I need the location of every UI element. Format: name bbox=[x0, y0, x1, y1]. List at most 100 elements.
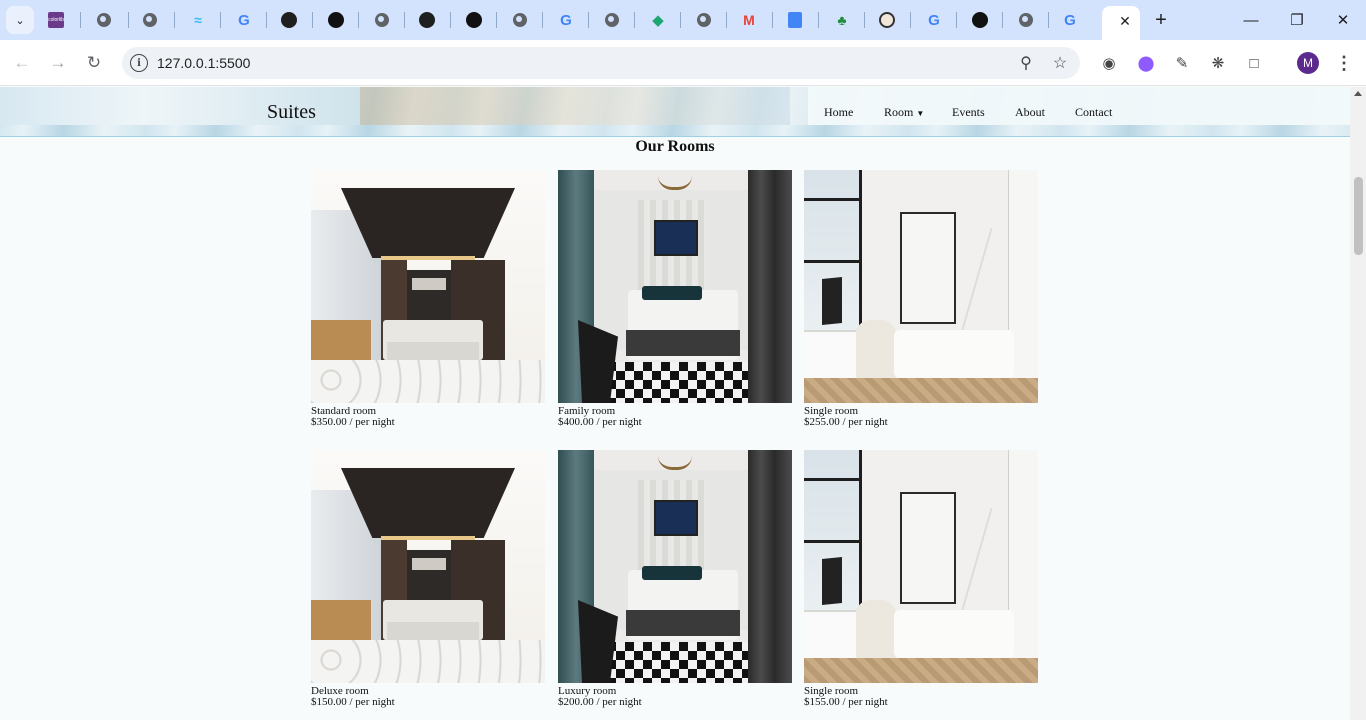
tree-icon: ♣ bbox=[837, 12, 847, 28]
tab-5[interactable]: G bbox=[234, 10, 254, 30]
github-icon bbox=[281, 12, 297, 28]
tab-22[interactable] bbox=[1016, 10, 1036, 30]
tab-11[interactable] bbox=[510, 10, 530, 30]
tab-17[interactable] bbox=[785, 10, 805, 30]
tab-21[interactable] bbox=[970, 10, 990, 30]
tab-3[interactable] bbox=[140, 10, 160, 30]
nav-room[interactable]: Room ▼ bbox=[884, 105, 924, 120]
docs-icon bbox=[788, 12, 802, 28]
caret-down-icon: ▼ bbox=[916, 108, 925, 118]
page-scrollbar[interactable] bbox=[1350, 87, 1366, 720]
url-text[interactable]: 127.0.0.1:5500 bbox=[157, 55, 250, 71]
room-image[interactable] bbox=[311, 450, 545, 683]
scrollbar-thumb[interactable] bbox=[1354, 177, 1363, 255]
nav-room-label: Room bbox=[884, 105, 914, 119]
globe-icon bbox=[375, 13, 389, 27]
tab-7[interactable] bbox=[326, 10, 346, 30]
room-price: $200.00 / per night bbox=[558, 696, 642, 708]
room-image[interactable] bbox=[804, 170, 1038, 403]
openai-icon bbox=[972, 12, 988, 28]
google-icon: G bbox=[238, 11, 250, 29]
gradient-extension-icon[interactable]: ⬤ bbox=[1136, 53, 1156, 73]
tab-12[interactable]: G bbox=[556, 10, 576, 30]
nav-home[interactable]: Home bbox=[824, 105, 853, 120]
page-viewport: Suites Home Room ▼ Events About Contact … bbox=[0, 87, 1350, 720]
tab-19[interactable] bbox=[877, 10, 897, 30]
amazon-icon bbox=[328, 12, 344, 28]
close-window-button[interactable]: ✕ bbox=[1330, 8, 1356, 32]
arc-icon bbox=[466, 12, 482, 28]
bookmark-star-icon[interactable]: ☆ bbox=[1050, 53, 1070, 73]
globe-icon bbox=[1019, 13, 1033, 27]
tab-20[interactable]: G bbox=[924, 10, 944, 30]
forward-button[interactable]: → bbox=[47, 52, 69, 74]
nav-contact[interactable]: Contact bbox=[1075, 105, 1112, 120]
tab-colorlib[interactable]: colorlib bbox=[46, 10, 66, 30]
tab-13[interactable] bbox=[602, 10, 622, 30]
new-tab-button[interactable]: + bbox=[1150, 9, 1172, 31]
room-card[interactable]: Luxury room $200.00 / per night bbox=[558, 450, 792, 708]
room-card[interactable]: Single room $255.00 / per night bbox=[804, 170, 1038, 428]
github-icon bbox=[419, 12, 435, 28]
browser-toolbar: ← → ↻ i 127.0.0.1:5500 ⚲ ☆ ◉ ⬤ ✎ ❋ □ M ⋮ bbox=[0, 40, 1366, 86]
tab-2[interactable] bbox=[94, 10, 114, 30]
tab-10[interactable] bbox=[464, 10, 484, 30]
globe-icon bbox=[697, 13, 711, 27]
tab-15[interactable] bbox=[694, 10, 714, 30]
globe-icon bbox=[513, 13, 527, 27]
site-logo[interactable]: Suites bbox=[267, 101, 316, 124]
bug-extension-icon[interactable]: ◉ bbox=[1099, 53, 1119, 73]
chevron-down-icon: ⌄ bbox=[15, 14, 25, 27]
gmail-icon: M bbox=[743, 12, 755, 28]
tab-18[interactable]: ♣ bbox=[832, 10, 852, 30]
section-title: Our Rooms bbox=[635, 138, 715, 155]
profile-avatar[interactable]: M bbox=[1297, 52, 1319, 74]
room-image[interactable] bbox=[311, 170, 545, 403]
room-price: $155.00 / per night bbox=[804, 696, 888, 708]
room-price: $400.00 / per night bbox=[558, 416, 642, 428]
google-icon: G bbox=[560, 11, 572, 29]
extensions-puzzle-icon[interactable]: □ bbox=[1244, 53, 1264, 73]
tab-9[interactable] bbox=[417, 10, 437, 30]
room-price: $350.00 / per night bbox=[311, 416, 395, 428]
eyedropper-extension-icon[interactable]: ✎ bbox=[1172, 53, 1192, 73]
tab-8[interactable] bbox=[372, 10, 392, 30]
room-image[interactable] bbox=[558, 170, 792, 403]
room-price: $150.00 / per night bbox=[311, 696, 395, 708]
nav-about[interactable]: About bbox=[1015, 105, 1045, 120]
minimize-window-button[interactable]: — bbox=[1238, 8, 1264, 32]
room-card[interactable]: Single room $155.00 / per night bbox=[804, 450, 1038, 708]
kite-icon: ◆ bbox=[652, 12, 664, 29]
restore-window-button[interactable]: ❐ bbox=[1284, 8, 1310, 32]
tab-search-button[interactable]: ⌄ bbox=[6, 6, 34, 34]
nav-events[interactable]: Events bbox=[952, 105, 985, 120]
site-header: Suites Home Room ▼ Events About Contact bbox=[0, 87, 1350, 137]
globe-icon bbox=[143, 13, 157, 27]
tab-4[interactable]: ≈ bbox=[188, 10, 208, 30]
virus-extension-icon[interactable]: ❋ bbox=[1208, 53, 1228, 73]
globe-icon bbox=[97, 13, 111, 27]
tab-14[interactable]: ◆ bbox=[648, 10, 668, 30]
close-tab-icon[interactable]: ✕ bbox=[1114, 10, 1136, 32]
scroll-up-arrow-icon[interactable] bbox=[1354, 91, 1362, 96]
room-card[interactable]: Family room $400.00 / per night bbox=[558, 170, 792, 428]
reload-button[interactable]: ↻ bbox=[83, 52, 105, 74]
globe-icon bbox=[605, 13, 619, 27]
browser-menu-icon[interactable]: ⋮ bbox=[1334, 52, 1354, 74]
room-card[interactable]: Standard room $350.00 / per night bbox=[311, 170, 545, 428]
room-image[interactable] bbox=[804, 450, 1038, 683]
tab-strip: ⌄ colorlib ≈ G G ◆ M ♣ G G ✕ + — ❐ ✕ bbox=[0, 0, 1366, 40]
room-card[interactable]: Deluxe room $150.00 / per night bbox=[311, 450, 545, 708]
google-icon: G bbox=[1064, 11, 1076, 29]
address-bar[interactable]: i 127.0.0.1:5500 ⚲ ☆ bbox=[122, 47, 1080, 79]
room-image[interactable] bbox=[558, 450, 792, 683]
colorlib-icon: colorlib bbox=[48, 12, 64, 28]
tab-6[interactable] bbox=[279, 10, 299, 30]
tab-16[interactable]: M bbox=[739, 10, 759, 30]
zoom-icon[interactable]: ⚲ bbox=[1016, 53, 1036, 73]
tab-23[interactable]: G bbox=[1060, 10, 1080, 30]
google-icon: G bbox=[928, 11, 940, 29]
site-info-icon[interactable]: i bbox=[130, 54, 148, 72]
tailwind-icon: ≈ bbox=[194, 12, 202, 28]
back-button[interactable]: ← bbox=[11, 52, 33, 74]
